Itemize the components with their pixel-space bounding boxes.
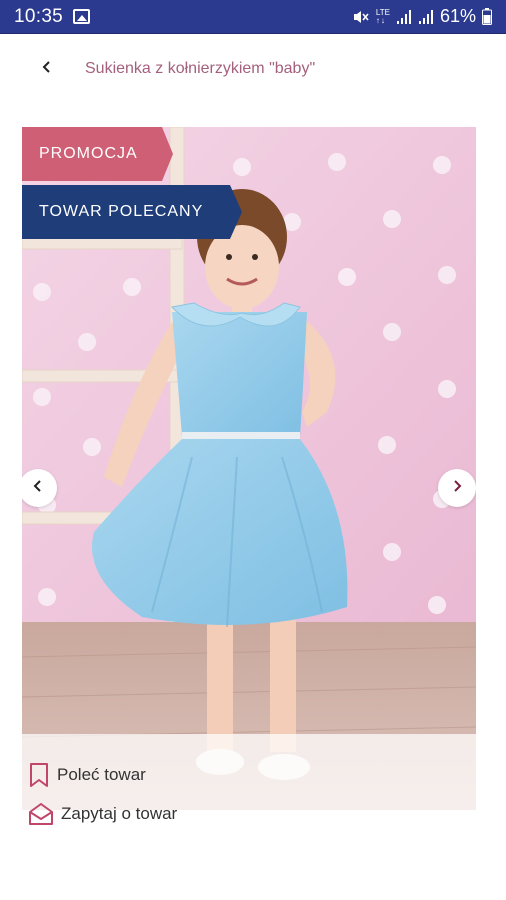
signal-icon: [396, 9, 412, 25]
bookmark-icon: [28, 762, 50, 788]
battery-level: 61%: [439, 6, 476, 26]
product-gallery[interactable]: PROMOCJA TOWAR POLECANY: [22, 127, 476, 810]
recommend-product-label: Poleć towar: [57, 765, 146, 784]
image-icon: [73, 9, 91, 24]
recommend-product-link[interactable]: Poleć towar: [28, 762, 146, 788]
ask-about-product-link[interactable]: Zapytaj o towar: [28, 802, 177, 826]
chevron-left-icon: [33, 479, 43, 497]
promo-badge-label: PROMOCJA: [39, 145, 138, 162]
promo-badge: PROMOCJA: [22, 127, 173, 181]
gallery-next-button[interactable]: [438, 469, 476, 507]
mute-icon: [352, 9, 370, 25]
signal-icon: [418, 9, 434, 25]
envelope-open-icon: [28, 802, 54, 826]
app-header: Sukienka z kołnierzykiem "baby": [0, 34, 506, 104]
lte-icon: LTE ↑↓: [375, 7, 390, 25]
featured-badge-label: TOWAR POLECANY: [39, 203, 204, 220]
status-bar: 10:35 LTE ↑↓ 61%: [0, 0, 506, 34]
page-title: Sukienka z kołnierzykiem "baby": [85, 60, 316, 77]
chevron-left-icon: [41, 60, 53, 79]
ask-about-product-label: Zapytaj o towar: [61, 804, 178, 823]
chevron-right-icon: [452, 479, 462, 497]
featured-badge: TOWAR POLECANY: [22, 185, 242, 239]
battery-icon: [482, 8, 492, 25]
back-button[interactable]: [27, 49, 67, 89]
status-time: 10:35: [14, 5, 64, 27]
